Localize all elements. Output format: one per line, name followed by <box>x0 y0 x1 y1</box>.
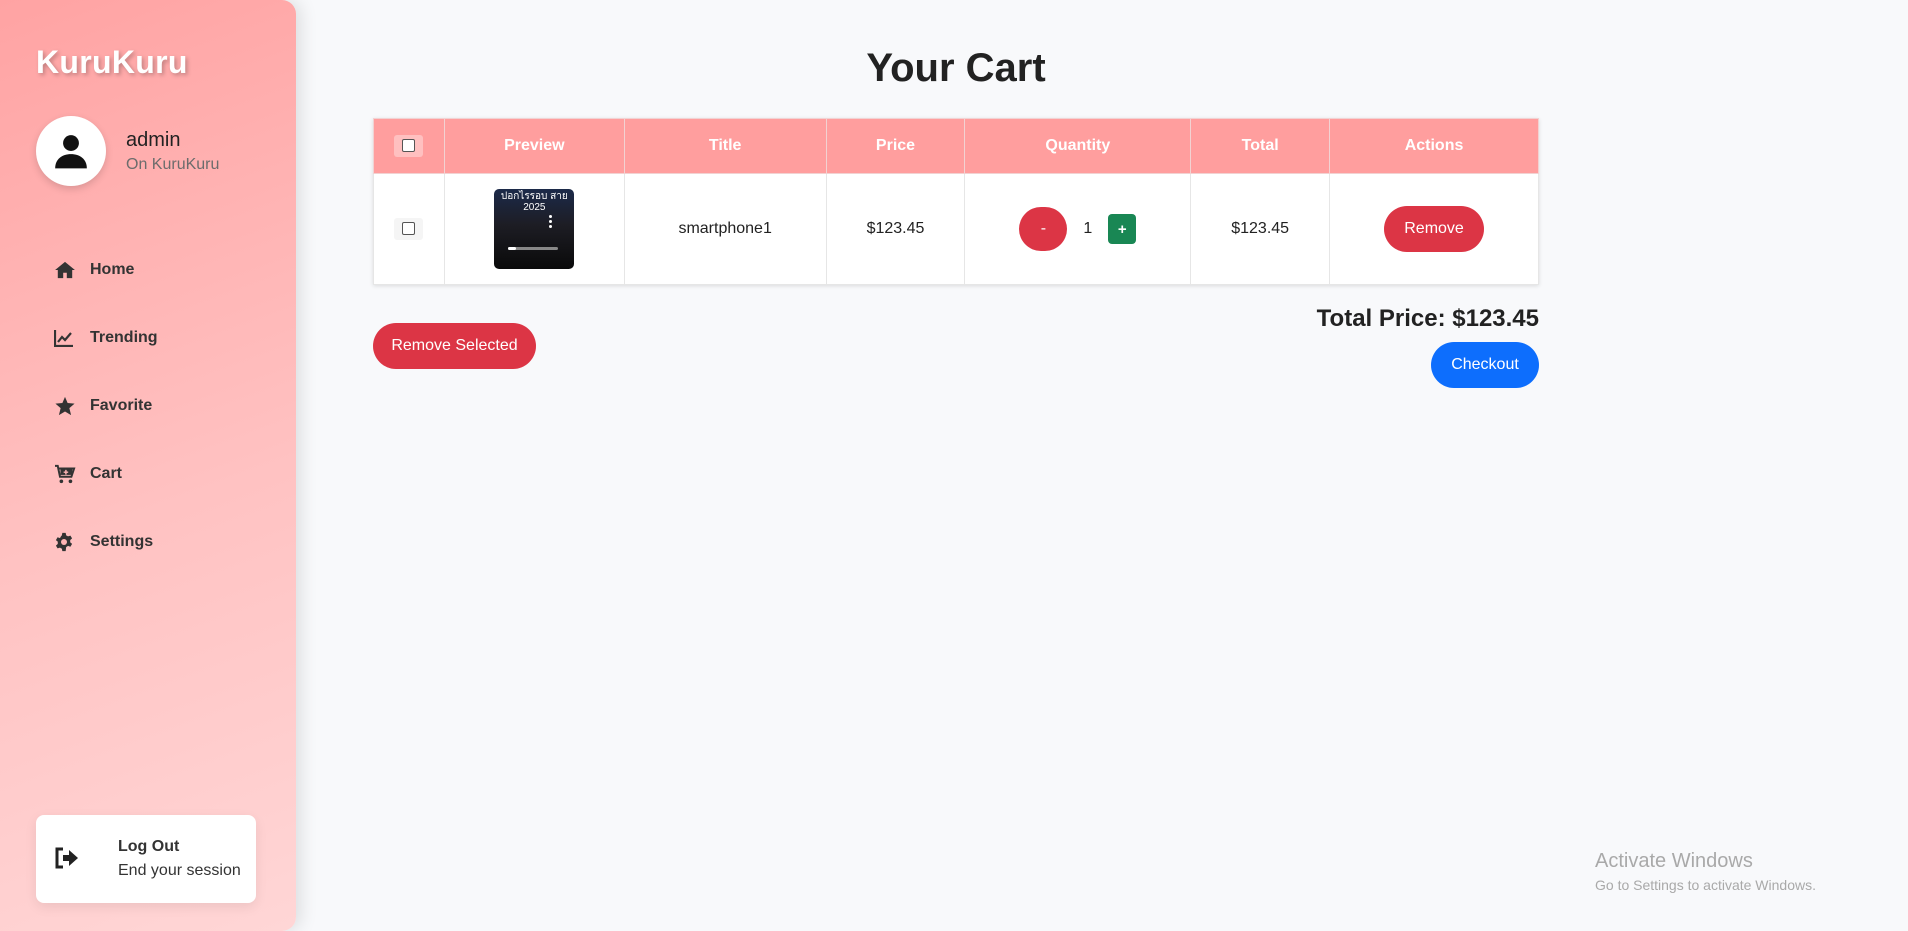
product-thumbnail[interactable]: ปอกไรรอบ สาย 2025 <box>494 189 575 269</box>
select-all-header <box>373 118 445 174</box>
select-all-checkbox[interactable] <box>402 139 416 153</box>
avatar <box>36 116 106 186</box>
sidebar-item-trending[interactable]: Trending <box>54 304 158 372</box>
logout-subtitle: End your session <box>118 862 241 879</box>
header-title: Title <box>623 118 827 174</box>
sidebar-item-label: Cart <box>90 465 123 482</box>
row-select-cell <box>373 173 445 285</box>
row-total: $123.45 <box>1190 173 1331 285</box>
watermark-title: Activate Windows <box>1595 850 1753 872</box>
more-dots-icon <box>549 215 553 230</box>
video-progress-bar <box>508 247 559 250</box>
remove-button[interactable]: Remove <box>1384 206 1485 252</box>
profile-name: admin <box>126 128 181 151</box>
gear-icon <box>54 531 80 553</box>
user-profile: admin On KuruKuru <box>36 116 219 186</box>
sidebar-item-label: Trending <box>90 329 158 346</box>
cart-icon <box>54 463 80 485</box>
watermark-subtitle: Go to Settings to activate Windows. <box>1595 877 1816 893</box>
home-icon <box>54 259 80 281</box>
actions-cell: Remove <box>1329 173 1539 285</box>
logout-title: Log Out <box>118 838 180 855</box>
quantity-value: 1 <box>1083 220 1093 237</box>
sidebar-item-label: Settings <box>90 533 154 550</box>
cart-table: Preview Title Price Quantity Total Actio… <box>373 118 1539 285</box>
sidebar-nav: Home Trending Favorite Cart Settings <box>54 236 158 576</box>
sidebar-item-home[interactable]: Home <box>54 236 158 304</box>
table-row: ปอกไรรอบ สาย 2025 smartphone1 $123.45 - … <box>373 173 1539 285</box>
page-title: Your Cart <box>866 46 1046 90</box>
sidebar-item-favorite[interactable]: Favorite <box>54 372 158 440</box>
sidebar: KuruKuru admin On KuruKuru Home Trending… <box>0 0 296 931</box>
sidebar-item-label: Favorite <box>90 397 153 414</box>
total-price: Total Price: $123.45 <box>1316 305 1539 332</box>
sidebar-item-cart[interactable]: Cart <box>54 440 158 508</box>
thumbnail-caption: ปอกไรรอบ สาย 2025 <box>500 191 568 213</box>
sidebar-item-settings[interactable]: Settings <box>54 508 158 576</box>
product-price: $123.45 <box>825 173 966 285</box>
logout-button[interactable]: Log Out End your session <box>36 815 256 903</box>
table-header-row: Preview Title Price Quantity Total Actio… <box>373 118 1539 174</box>
increase-quantity-button[interactable]: + <box>1108 214 1137 244</box>
product-title: smartphone1 <box>623 173 827 285</box>
activation-watermark: Activate Windows Go to Settings to activ… <box>1595 850 1816 893</box>
header-actions: Actions <box>1329 118 1539 174</box>
star-icon <box>54 395 80 417</box>
sign-out-icon <box>54 847 82 871</box>
brand-logo[interactable]: KuruKuru <box>36 44 188 81</box>
header-total: Total <box>1190 118 1331 174</box>
quantity-cell: - 1 + <box>964 173 1192 285</box>
preview-cell: ปอกไรรอบ สาย 2025 <box>443 173 625 285</box>
sidebar-item-label: Home <box>90 261 135 278</box>
header-price: Price <box>825 118 966 174</box>
user-icon <box>55 135 87 169</box>
row-checkbox[interactable] <box>402 222 416 236</box>
profile-subtitle: On KuruKuru <box>126 155 220 173</box>
checkout-button[interactable]: Checkout <box>1431 342 1539 388</box>
chart-line-icon <box>54 327 80 349</box>
decrease-quantity-button[interactable]: - <box>1019 207 1068 251</box>
quantity-stepper: - 1 + <box>1019 207 1137 251</box>
header-preview: Preview <box>443 118 625 174</box>
remove-selected-button[interactable]: Remove Selected <box>373 323 536 369</box>
header-quantity: Quantity <box>964 118 1192 174</box>
